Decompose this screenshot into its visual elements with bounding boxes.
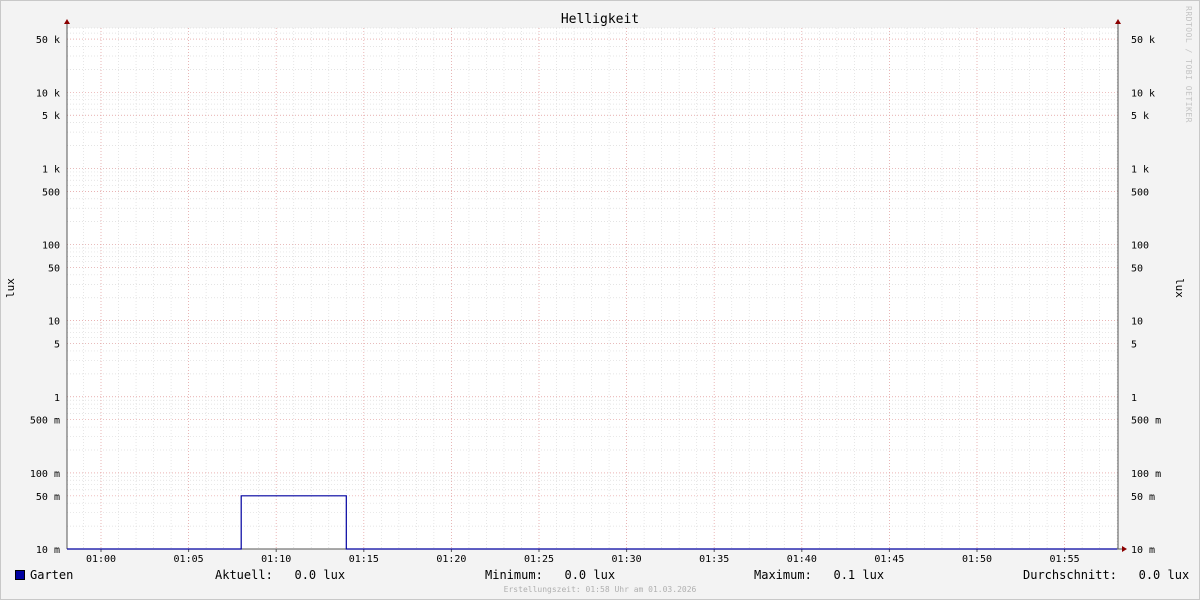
y-axis-left-arrow — [64, 19, 70, 24]
y-tick-label-left: 1 k — [42, 164, 60, 175]
y-tick-label-right: 500 m — [1131, 416, 1161, 427]
creation-time-footer: Erstellungszeit: 01:58 Uhr am 01.03.2026 — [503, 585, 697, 594]
x-tick-label: 01:45 — [874, 554, 904, 565]
y-tick-label-right: 100 — [1131, 241, 1149, 252]
legend-series-name: Garten — [30, 568, 74, 582]
x-tick-label: 01:30 — [612, 554, 642, 565]
x-tick-label: 01:50 — [962, 554, 992, 565]
y-tick-label-right: 1 — [1131, 393, 1137, 404]
legend-minimum: Minimum: 0.0 lux — [485, 568, 616, 582]
x-tick-label: 01:40 — [787, 554, 817, 565]
x-tick-label: 01:55 — [1050, 554, 1080, 565]
x-tick-label: 01:35 — [699, 554, 729, 565]
chart-title: Helligkeit — [561, 12, 639, 27]
y-tick-label-right: 50 k — [1131, 35, 1155, 46]
legend-swatch-garten — [15, 570, 25, 580]
y-tick-label-right: 1 k — [1131, 164, 1149, 175]
legend-current: Aktuell: 0.0 lux — [215, 568, 346, 582]
legend-average: Durchschnitt: 0.0 lux — [1023, 568, 1190, 582]
y-tick-label-left: 500 — [42, 187, 60, 198]
y-axis-right-arrow — [1115, 19, 1121, 24]
y-tick-label-right: 50 m — [1131, 492, 1155, 503]
x-tick-label: 01:15 — [349, 554, 379, 565]
y-axis-label-left: lux — [4, 278, 17, 298]
y-tick-label-right: 10 — [1131, 317, 1143, 328]
x-tick-label: 01:25 — [524, 554, 554, 565]
y-tick-label-left: 5 k — [42, 111, 60, 122]
y-tick-label-right: 50 — [1131, 263, 1143, 274]
y-tick-label-left: 10 m — [36, 545, 60, 556]
legend-maximum: Maximum: 0.1 lux — [754, 568, 885, 582]
rrdtool-watermark: RRDTOOL / TOBI OETIKER — [1184, 6, 1193, 123]
y-axis-label-right: lux — [1173, 278, 1186, 298]
x-tick-label: 01:20 — [436, 554, 466, 565]
y-tick-label-left: 5 — [54, 340, 60, 351]
y-tick-label-left: 50 k — [36, 35, 60, 46]
y-tick-label-left: 50 — [48, 263, 60, 274]
y-tick-label-left: 10 k — [36, 88, 60, 99]
y-tick-label-left: 500 m — [30, 416, 60, 427]
y-tick-label-right: 10 k — [1131, 88, 1155, 99]
y-tick-label-right: 100 m — [1131, 469, 1161, 480]
y-tick-label-right: 5 — [1131, 340, 1137, 351]
y-tick-label-left: 10 — [48, 317, 60, 328]
y-tick-label-right: 500 — [1131, 187, 1149, 198]
x-tick-label: 01:00 — [86, 554, 116, 565]
y-tick-label-left: 100 — [42, 241, 60, 252]
x-tick-label: 01:05 — [174, 554, 204, 565]
x-tick-label: 01:10 — [261, 554, 291, 565]
y-tick-label-left: 1 — [54, 393, 60, 404]
y-tick-label-right: 5 k — [1131, 111, 1149, 122]
y-tick-label-right: 10 m — [1131, 545, 1155, 556]
y-tick-label-left: 50 m — [36, 492, 60, 503]
x-axis-arrow — [1122, 546, 1127, 552]
chart: 01:00 01:05 01:10 01:15 01:20 01:25 01:30 01:35… — [4, 12, 1186, 565]
plot-area — [67, 28, 1118, 549]
y-tick-label-left: 100 m — [30, 469, 60, 480]
